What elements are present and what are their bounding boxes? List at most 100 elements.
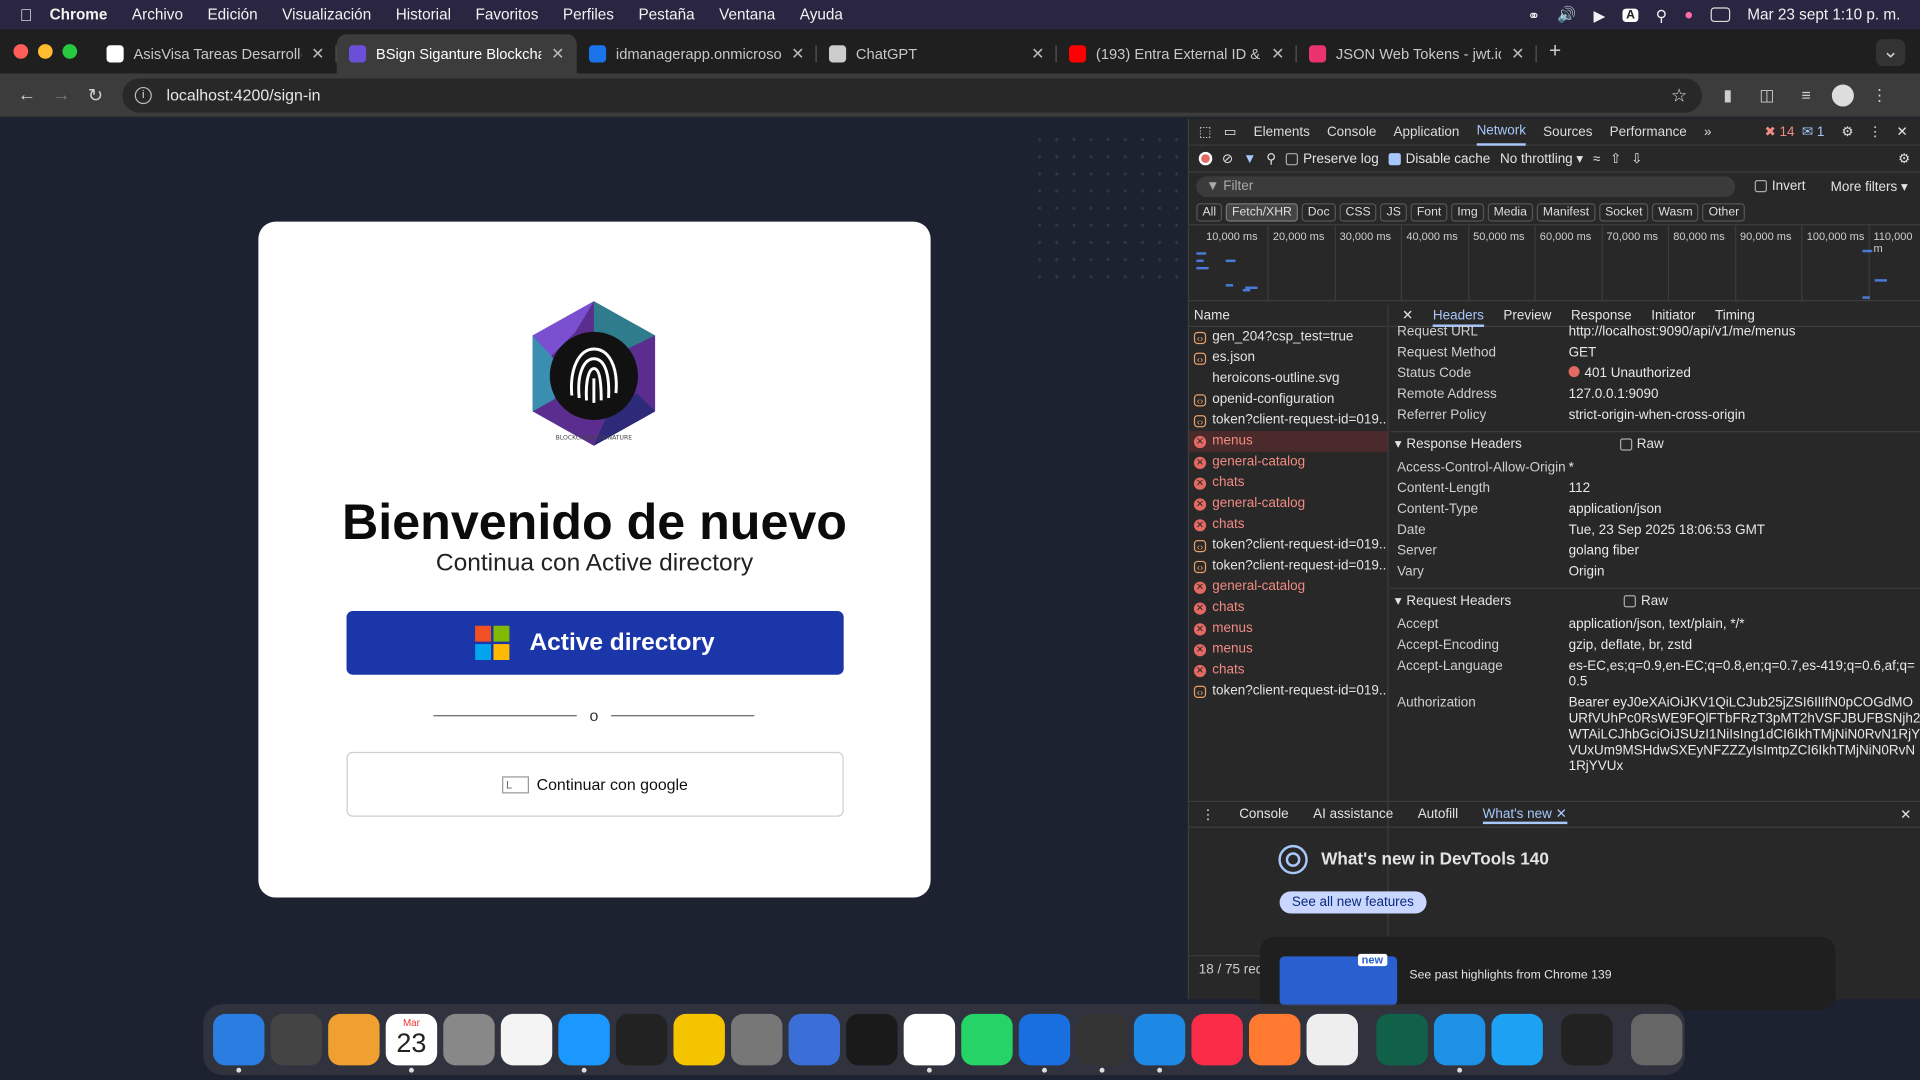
tab-elements[interactable]: Elements xyxy=(1254,124,1310,139)
extension-icon[interactable]: ▮ xyxy=(1714,85,1741,105)
dock-trash-icon[interactable] xyxy=(1631,1013,1683,1066)
menu-ventana[interactable]: Ventana xyxy=(719,6,775,23)
back-button[interactable]: ← xyxy=(10,84,44,105)
dock-calendar-icon[interactable]: Mar 23 xyxy=(385,1013,438,1073)
keyboard-icon[interactable]: A xyxy=(1622,7,1639,22)
type-filter-css[interactable]: CSS xyxy=(1339,202,1377,222)
request-row[interactable]: ✕ menus xyxy=(1188,431,1388,452)
error-count-badge[interactable]: ✖ 14 xyxy=(1764,124,1794,140)
google-button[interactable]: L Continuar con google xyxy=(346,751,844,817)
type-filter-js[interactable]: JS xyxy=(1380,202,1408,222)
minimize-window-button[interactable] xyxy=(37,44,53,59)
request-row[interactable]: heroicons-outline.svg xyxy=(1189,369,1387,390)
type-filter-manifest[interactable]: Manifest xyxy=(1536,202,1596,222)
menu-historial[interactable]: Historial xyxy=(396,6,451,23)
search-icon[interactable]: ⚲ xyxy=(1266,151,1276,167)
dock-xcode-icon[interactable] xyxy=(1018,1013,1071,1073)
response-headers-section[interactable]: ▾ Response Headers Raw xyxy=(1389,431,1920,455)
type-filter-wasm[interactable]: Wasm xyxy=(1652,202,1699,222)
dock-docker-icon[interactable] xyxy=(1433,1013,1486,1073)
new-tab-button[interactable]: + xyxy=(1549,39,1561,63)
request-row[interactable]: ‹› openid-configuration xyxy=(1189,389,1387,410)
menu-ayuda[interactable]: Ayuda xyxy=(800,6,843,23)
dock-mongodb-icon[interactable] xyxy=(1376,1013,1428,1066)
menu-perfiles[interactable]: Perfiles xyxy=(563,6,614,23)
close-tab-icon[interactable]: ✕ xyxy=(791,44,804,64)
request-row[interactable]: ✕ general-catalog xyxy=(1189,452,1387,473)
browser-tab[interactable]: AsisVisa Tareas Desarrollo | A ✕ xyxy=(94,34,337,73)
export-har-icon[interactable]: ⇩ xyxy=(1631,151,1642,167)
request-row[interactable]: ✕ general-catalog xyxy=(1189,577,1387,598)
detail-tab-initiator[interactable]: Initiator xyxy=(1651,308,1695,323)
dock-chrome-icon[interactable] xyxy=(903,1013,956,1073)
dock-openai-icon[interactable] xyxy=(1561,1013,1613,1066)
reload-button[interactable]: ↻ xyxy=(78,84,112,106)
active-directory-button[interactable]: Active directory xyxy=(346,611,844,675)
filter-input[interactable]: ▼ Filter xyxy=(1196,175,1736,197)
type-filter-fetchxhr[interactable]: Fetch/XHR xyxy=(1225,202,1299,222)
dock-sublime-icon[interactable] xyxy=(1076,1013,1128,1073)
detail-tab-timing[interactable]: Timing xyxy=(1715,308,1755,323)
request-row[interactable]: ✕ menus xyxy=(1189,639,1387,660)
network-timeline[interactable]: 10,000 ms 20,000 ms 30,000 ms 40,000 ms 50,0… xyxy=(1188,225,1920,302)
type-filter-other[interactable]: Other xyxy=(1702,202,1746,222)
request-row[interactable]: ‹› token?client-request-id=019... xyxy=(1189,410,1387,431)
type-filter-img[interactable]: Img xyxy=(1451,202,1484,222)
more-tabs-icon[interactable]: » xyxy=(1704,124,1712,139)
dock-finder-icon[interactable] xyxy=(213,1013,265,1073)
close-tab-icon[interactable]: ✕ xyxy=(551,44,564,64)
reading-list-icon[interactable]: ≡ xyxy=(1793,85,1820,105)
dock-pencil-icon[interactable] xyxy=(1248,1013,1301,1066)
close-tab-icon[interactable]: ✕ xyxy=(1271,44,1284,64)
dock-system-settings-icon[interactable] xyxy=(731,1013,783,1066)
detail-tab-headers[interactable]: Headers xyxy=(1432,305,1484,327)
dock-notes-icon[interactable] xyxy=(673,1013,725,1066)
disable-cache-checkbox[interactable]: Disable cache xyxy=(1388,151,1490,166)
dock-photos-icon[interactable] xyxy=(328,1013,380,1066)
bookmark-star-icon[interactable]: ☆ xyxy=(1671,84,1687,106)
dock-whatsapp-icon[interactable] xyxy=(961,1013,1013,1066)
request-row[interactable]: ‹› es.json xyxy=(1189,348,1387,369)
search-icon[interactable]: ⚲ xyxy=(1656,6,1667,24)
type-filter-socket[interactable]: Socket xyxy=(1598,202,1649,222)
tab-performance[interactable]: Performance xyxy=(1610,124,1687,139)
dock-mongodb-compass-icon[interactable] xyxy=(1306,1013,1358,1066)
clock[interactable]: Mar 23 sept 1:10 p. m. xyxy=(1747,6,1900,23)
url-text[interactable]: localhost:4200/sign-in xyxy=(167,86,321,104)
control-center-icon[interactable] xyxy=(1710,7,1731,23)
dock-music-icon[interactable] xyxy=(1191,1013,1243,1066)
close-window-button[interactable] xyxy=(13,44,29,59)
invert-checkbox[interactable]: Invert xyxy=(1754,179,1806,193)
dock-activity-monitor-icon[interactable] xyxy=(846,1013,898,1066)
apple-icon[interactable]:  xyxy=(20,5,33,25)
device-toggle-icon[interactable]: ▭ xyxy=(1224,124,1237,140)
highlights-card[interactable]: new See past highlights from Chrome 139 xyxy=(1260,936,1836,1011)
volume-icon[interactable]: 🔊 xyxy=(1557,6,1576,24)
menu-edicion[interactable]: Edición xyxy=(207,6,257,23)
dock-prime-video-icon[interactable] xyxy=(558,1013,610,1073)
import-har-icon[interactable]: ⇧ xyxy=(1610,151,1621,167)
menu-archivo[interactable]: Archivo xyxy=(132,6,183,23)
siri-icon[interactable]: ● xyxy=(1684,6,1693,23)
detail-tab-response[interactable]: Response xyxy=(1571,308,1632,323)
browser-tab[interactable]: idmanagerapp.onmicrosoft.co ✕ xyxy=(577,34,817,73)
name-column-header[interactable]: Name xyxy=(1188,305,1388,327)
record-button[interactable] xyxy=(1198,151,1213,166)
dock-vpn-icon[interactable] xyxy=(788,1013,841,1066)
tab-application[interactable]: Application xyxy=(1394,124,1460,139)
close-tab-icon[interactable]: ✕ xyxy=(311,44,324,64)
dock-vscode-icon[interactable] xyxy=(1133,1013,1186,1073)
more-filters-dropdown[interactable]: More filters ▾ xyxy=(1831,178,1908,194)
type-filter-media[interactable]: Media xyxy=(1487,202,1534,222)
request-row[interactable]: ✕ chats xyxy=(1189,660,1387,681)
puzzle-icon[interactable]: ◫ xyxy=(1753,85,1780,105)
forward-button[interactable]: → xyxy=(44,84,78,105)
tab-sources[interactable]: Sources xyxy=(1543,124,1592,139)
more-menu-icon[interactable]: ⋮ xyxy=(1866,85,1893,105)
dock-terminal-icon[interactable] xyxy=(615,1013,668,1066)
request-row[interactable]: ‹› gen_204?csp_test=true xyxy=(1189,327,1387,348)
request-row[interactable]: ✕ menus xyxy=(1189,618,1387,639)
address-bar[interactable]: i localhost:4200/sign-in ☆ xyxy=(122,77,1703,113)
see-all-features-button[interactable]: See all new features xyxy=(1279,891,1427,914)
type-filter-font[interactable]: Font xyxy=(1410,202,1448,222)
